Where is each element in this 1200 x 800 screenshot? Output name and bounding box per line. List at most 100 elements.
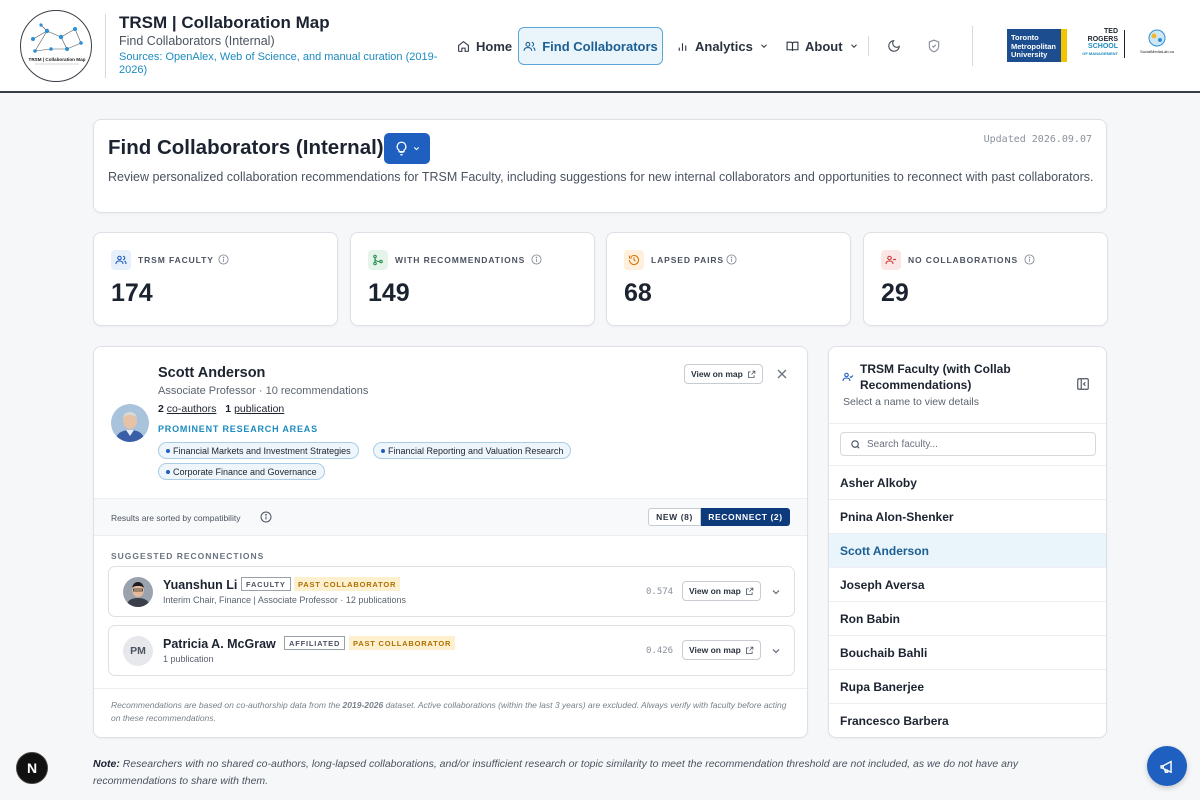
view-on-map-button[interactable]: View on map (682, 581, 761, 601)
nav-home[interactable]: Home (447, 27, 522, 65)
view-on-map-label: View on map (689, 586, 741, 596)
view-on-map-button[interactable]: View on map (682, 640, 761, 660)
stat-label: NO COLLABORATIONS (908, 255, 1019, 265)
research-areas-title: PROMINENT RESEARCH AREAS (158, 424, 318, 434)
view-on-map-button[interactable]: View on map (684, 364, 763, 384)
user-minus-icon (881, 250, 901, 270)
faculty-list-item[interactable]: Francesco Barbera (829, 703, 1106, 737)
info-icon[interactable] (218, 254, 229, 265)
faculty-search[interactable] (840, 432, 1096, 456)
svg-text:SocialMediaLab.ca: SocialMediaLab.ca (1140, 49, 1175, 54)
recommendation-row[interactable]: PM Patricia A. McGraw AFFILIATED PAST CO… (108, 625, 795, 676)
faculty-list-panel: TRSM Faculty (with Collab Recommendation… (828, 346, 1107, 738)
stat-card-lapsed-pairs: LAPSED PAIRS 68 (606, 232, 851, 326)
ted-logo-line: ROGERS (1087, 35, 1118, 43)
info-icon[interactable] (531, 254, 542, 265)
faculty-role: Associate Professor · 10 recommendations (158, 385, 369, 397)
compatibility-score: 0.426 (646, 646, 674, 656)
faculty-counts: 2 co-authors 1 publication (158, 403, 290, 415)
nav-about[interactable]: About (776, 27, 869, 65)
users-icon (523, 41, 536, 51)
nav-about-label: About (805, 38, 843, 54)
filter-reconnect-button[interactable]: RECONNECT (2) (701, 508, 790, 526)
search-input[interactable] (867, 436, 1087, 452)
chevron-down-icon (850, 44, 857, 48)
avatar (111, 404, 149, 442)
faculty-list-item[interactable]: Bouchaib Bahli (829, 635, 1106, 669)
faculty-list-item-selected[interactable]: Scott Anderson (829, 533, 1106, 567)
book-open-icon (786, 41, 799, 51)
corner-badge[interactable]: N (16, 752, 48, 784)
top-header: TRSM | Collaboration Map TRSM | Collabor… (0, 0, 1200, 93)
stat-card-trsm-faculty: TRSM FACULTY 174 (93, 232, 338, 326)
history-icon (624, 250, 644, 270)
recommendation-name[interactable]: Yuanshun Li (163, 578, 237, 592)
nav-analytics-label: Analytics (695, 38, 753, 54)
info-icon[interactable] (260, 511, 272, 523)
close-icon[interactable] (774, 366, 790, 382)
app-logo[interactable]: TRSM | Collaboration Map (20, 10, 92, 82)
page-intro-card: Find Collaborators (Internal) Updated 20… (93, 119, 1107, 213)
recommendation-name[interactable]: Patricia A. McGraw (163, 637, 276, 651)
stat-label: WITH RECOMMENDATIONS (395, 255, 526, 265)
moon-icon (888, 40, 900, 52)
updated-date: Updated 2026.09.07 (983, 134, 1092, 145)
stat-card-no-collaborations: NO COLLABORATIONS 29 (863, 232, 1108, 326)
compatibility-score: 0.574 (646, 587, 674, 597)
research-area-tag: Corporate Finance and Governance (158, 463, 325, 480)
info-icon[interactable] (1024, 254, 1035, 265)
coauthors-link[interactable]: co-authors (167, 403, 217, 415)
view-on-map-label: View on map (691, 369, 743, 379)
security-button[interactable] (921, 33, 947, 59)
faculty-detail-panel: Scott Anderson Associate Professor · 10 … (93, 346, 808, 738)
view-on-map-label: View on map (689, 645, 741, 655)
publications-link[interactable]: publication (234, 403, 284, 415)
brand-divider (105, 14, 106, 78)
recommendation-details: 1 publication (163, 654, 214, 664)
recommendation-row[interactable]: Yuanshun Li FACULTY PAST COLLABORATOR In… (108, 566, 795, 617)
stat-card-with-recommendations: WITH RECOMMENDATIONS 149 (350, 232, 595, 326)
disclaimer-dataset: 2019-2026 (342, 700, 384, 710)
stat-value: 68 (624, 279, 652, 307)
panel-collapse-icon[interactable] (1076, 377, 1090, 391)
git-branch-icon (368, 250, 388, 270)
tips-dropdown-button[interactable] (384, 133, 430, 164)
faculty-list-item[interactable]: Pnina Alon-Shenker (829, 499, 1106, 533)
faculty-list-item[interactable]: Ron Babin (829, 601, 1106, 635)
logo-separator (1124, 30, 1125, 58)
sort-description: Results are sorted by compatibility (111, 513, 241, 523)
filter-new-button[interactable]: NEW (8) (648, 508, 701, 526)
chevron-down-icon[interactable] (770, 586, 782, 598)
divider (94, 688, 807, 689)
external-link-icon (747, 370, 756, 378)
publications-count: 1 (225, 403, 232, 415)
info-icon[interactable] (726, 254, 737, 265)
faculty-list-item[interactable]: Joseph Aversa (829, 567, 1106, 601)
nav-find-collaborators[interactable]: Find Collaborators (518, 27, 663, 65)
footnote-text: Researchers with no shared co-authors, l… (93, 758, 1019, 787)
footnote-label: Note: (93, 758, 120, 770)
data-sources: Sources: OpenAlex, Web of Science, and m… (119, 51, 438, 76)
status-badge: PAST COLLABORATOR (349, 636, 456, 650)
theme-toggle-button[interactable] (881, 33, 907, 59)
recommendation-disclaimer: Recommendations are based on co-authorsh… (111, 699, 791, 725)
faculty-list-item[interactable]: Asher Alkoby (829, 465, 1106, 499)
shield-check-icon (928, 39, 940, 53)
feedback-button[interactable] (1147, 746, 1187, 786)
stat-label: LAPSED PAIRS (651, 255, 724, 265)
suggested-reconnections-title: SUGGESTED RECONNECTIONS (111, 551, 265, 561)
footnote: Note: Researchers with no shared co-auth… (93, 756, 1073, 790)
nav-analytics[interactable]: Analytics (666, 27, 779, 65)
stat-value: 174 (111, 279, 153, 307)
search-icon (851, 440, 860, 449)
faculty-list-item[interactable]: Rupa Banerjee (829, 669, 1106, 703)
role-badge: FACULTY (241, 577, 291, 591)
ted-rogers-logo: TED ROGERS SCHOOL OF MANAGEMENT (1072, 28, 1118, 64)
nav-separator (972, 26, 973, 66)
tmu-logo: Toronto Metropolitan University (1007, 29, 1067, 62)
ted-logo-line: TED (1104, 28, 1118, 35)
chevron-down-icon[interactable] (770, 645, 782, 657)
ted-logo-line: SCHOOL (1088, 43, 1118, 50)
tmu-logo-line: University (1011, 50, 1048, 59)
nav-home-label: Home (476, 38, 513, 54)
